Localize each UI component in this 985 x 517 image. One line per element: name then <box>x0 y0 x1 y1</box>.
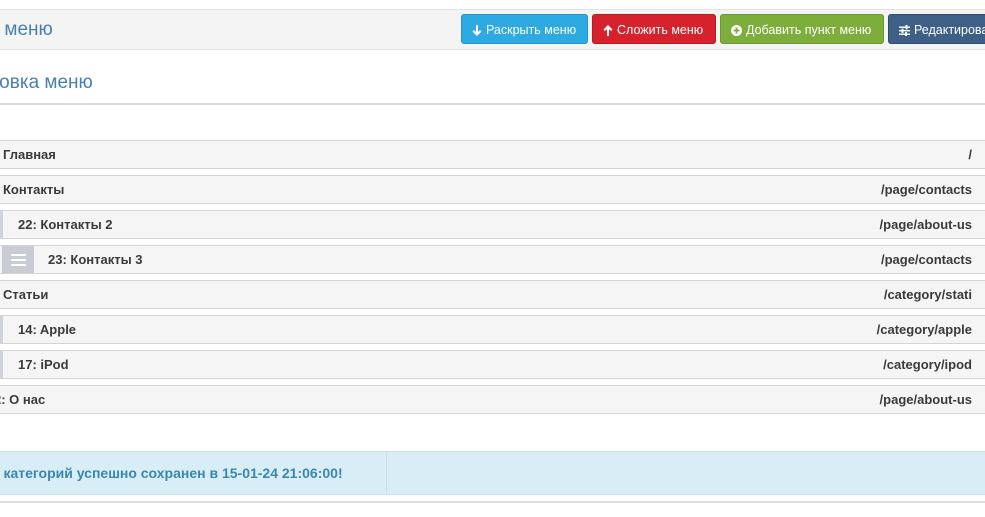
menu-item-url: /category/ipod <box>883 357 972 372</box>
menu-item-label: 22: Контакты 2 <box>18 217 113 232</box>
menu-item-label: 14: Apple <box>18 322 77 337</box>
menu-item-url: / <box>968 147 972 162</box>
section-divider <box>0 103 985 105</box>
edit-menu-label: Редактирова <box>914 23 985 37</box>
edit-menu-button[interactable]: Редактирова <box>888 14 985 44</box>
collapse-menu-label: Сложить меню <box>617 23 704 37</box>
page-header: ое меню Раскрыть меню Сложить меню Добав… <box>0 9 985 50</box>
drag-handle-icon[interactable] <box>2 246 34 273</box>
menu-item-row[interactable]: 17: iPod /category/ipod <box>0 350 985 379</box>
menu-item-label: Контакты <box>3 182 65 197</box>
arrow-down-icon <box>472 25 482 36</box>
menu-item-label: Статьи <box>3 287 49 302</box>
menu-item-url: /page/contacts <box>880 182 972 197</box>
page-title: ое меню <box>0 19 53 40</box>
collapse-menu-button[interactable]: Сложить меню <box>592 14 716 44</box>
menu-item-label: 2: О нас <box>0 392 46 407</box>
menu-item-row[interactable]: 22: Контакты 2 /page/about-us <box>0 210 985 239</box>
success-alert: ок категорий успешно сохранен в 15-01-24… <box>0 451 985 495</box>
alert-text: ок категорий успешно сохранен в 15-01-24… <box>0 465 343 481</box>
menu-item-row[interactable]: Статьи /category/stati <box>0 280 985 309</box>
menu-item-row[interactable]: 2: О нас /page/about-us <box>0 385 985 414</box>
menu-item-url: /page/contacts <box>880 252 972 267</box>
add-menu-item-button[interactable]: Добавить пункт меню <box>720 14 884 44</box>
menu-item-label: Главная <box>3 147 56 162</box>
arrow-up-icon <box>603 25 613 36</box>
alert-message-box: ок категорий успешно сохранен в 15-01-24… <box>0 452 387 494</box>
menu-item-row[interactable]: Контакты /page/contacts <box>0 175 985 204</box>
nesting-bar <box>0 351 3 378</box>
add-menu-item-label: Добавить пункт меню <box>746 23 872 37</box>
nesting-bar <box>0 211 3 238</box>
menu-item-label: 23: Контакты 3 <box>48 252 143 267</box>
menu-item-url: /category/stati <box>883 287 972 302</box>
expand-menu-button[interactable]: Раскрыть меню <box>461 14 588 44</box>
section-title: ировка меню <box>0 72 93 93</box>
menu-item-url: /category/apple <box>876 322 972 337</box>
plus-circle-icon <box>731 25 742 36</box>
sliders-icon <box>899 25 910 36</box>
menu-item-label: 17: iPod <box>18 357 69 372</box>
expand-menu-label: Раскрыть меню <box>486 23 577 37</box>
menu-item-url: /page/about-us <box>879 217 972 232</box>
menu-item-url: /page/about-us <box>879 392 972 407</box>
nesting-bar <box>0 316 3 343</box>
bottom-divider <box>0 501 985 503</box>
menu-item-row[interactable]: Главная / <box>0 140 985 169</box>
menu-item-row[interactable]: 23: Контакты 3 /page/contacts <box>0 245 985 274</box>
menu-item-row[interactable]: 14: Apple /category/apple <box>0 315 985 344</box>
